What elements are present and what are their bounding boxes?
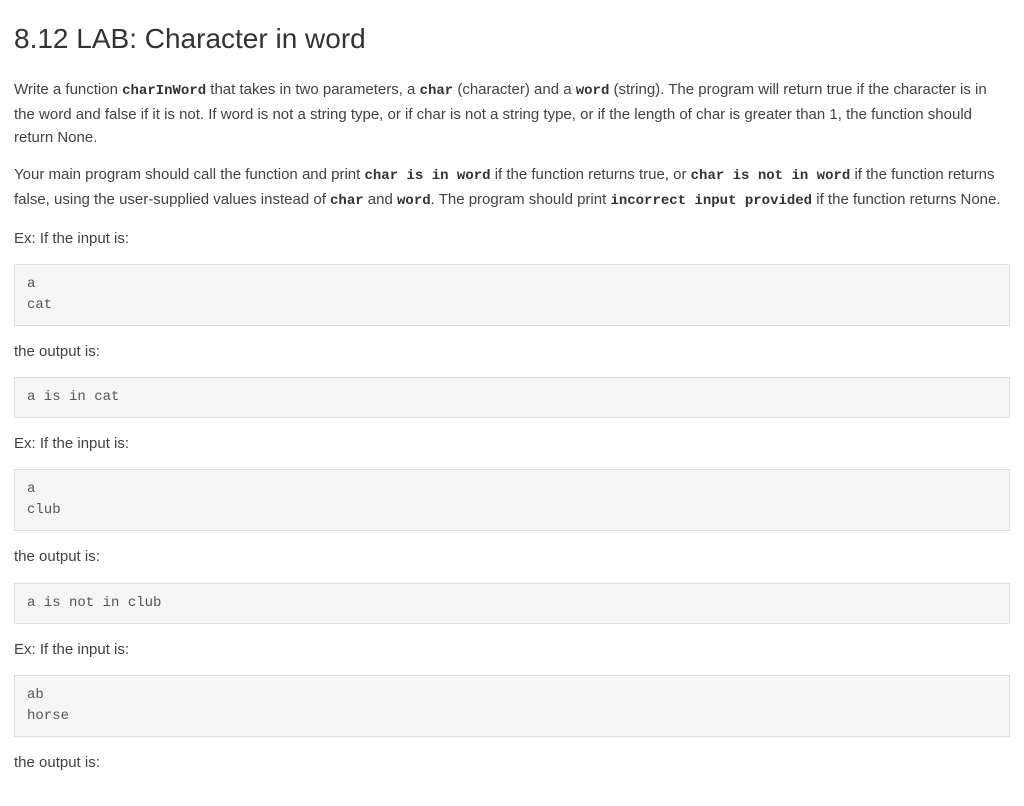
text-fragment: that takes in two parameters, a xyxy=(206,81,419,98)
code-inline-word: word xyxy=(397,193,431,209)
code-inline-incorrect-input: incorrect input provided xyxy=(610,193,812,209)
code-inline-char-is-in-word: char is in word xyxy=(365,168,491,184)
code-block-output-1: a is in cat xyxy=(14,377,1010,418)
code-inline-charinword: charInWord xyxy=(122,83,206,99)
example-input-label: Ex: If the input is: xyxy=(14,227,1010,250)
code-inline-char: char xyxy=(330,193,364,209)
text-fragment: Your main program should call the functi… xyxy=(14,166,365,183)
text-fragment: . The program should print xyxy=(431,191,611,208)
example-input-label: Ex: If the input is: xyxy=(14,432,1010,455)
text-fragment: (character) and a xyxy=(453,81,576,98)
code-inline-char-is-not-in-word: char is not in word xyxy=(691,168,851,184)
code-inline-word: word xyxy=(576,83,610,99)
page-title: 8.12 LAB: Character in word xyxy=(14,18,1010,60)
text-fragment: if the function returns None. xyxy=(812,191,1000,208)
instruction-paragraph-2: Your main program should call the functi… xyxy=(14,163,1010,212)
code-block-input-2: a club xyxy=(14,469,1010,531)
code-block-output-2: a is not in club xyxy=(14,583,1010,624)
text-fragment: and xyxy=(364,191,397,208)
instruction-paragraph-1: Write a function charInWord that takes i… xyxy=(14,78,1010,149)
code-inline-char: char xyxy=(420,83,454,99)
output-label: the output is: xyxy=(14,545,1010,568)
text-fragment: Write a function xyxy=(14,81,122,98)
output-label: the output is: xyxy=(14,751,1010,774)
code-block-input-3: ab horse xyxy=(14,675,1010,737)
output-label: the output is: xyxy=(14,340,1010,363)
text-fragment: if the function returns true, or xyxy=(491,166,691,183)
example-input-label: Ex: If the input is: xyxy=(14,638,1010,661)
code-block-input-1: a cat xyxy=(14,264,1010,326)
